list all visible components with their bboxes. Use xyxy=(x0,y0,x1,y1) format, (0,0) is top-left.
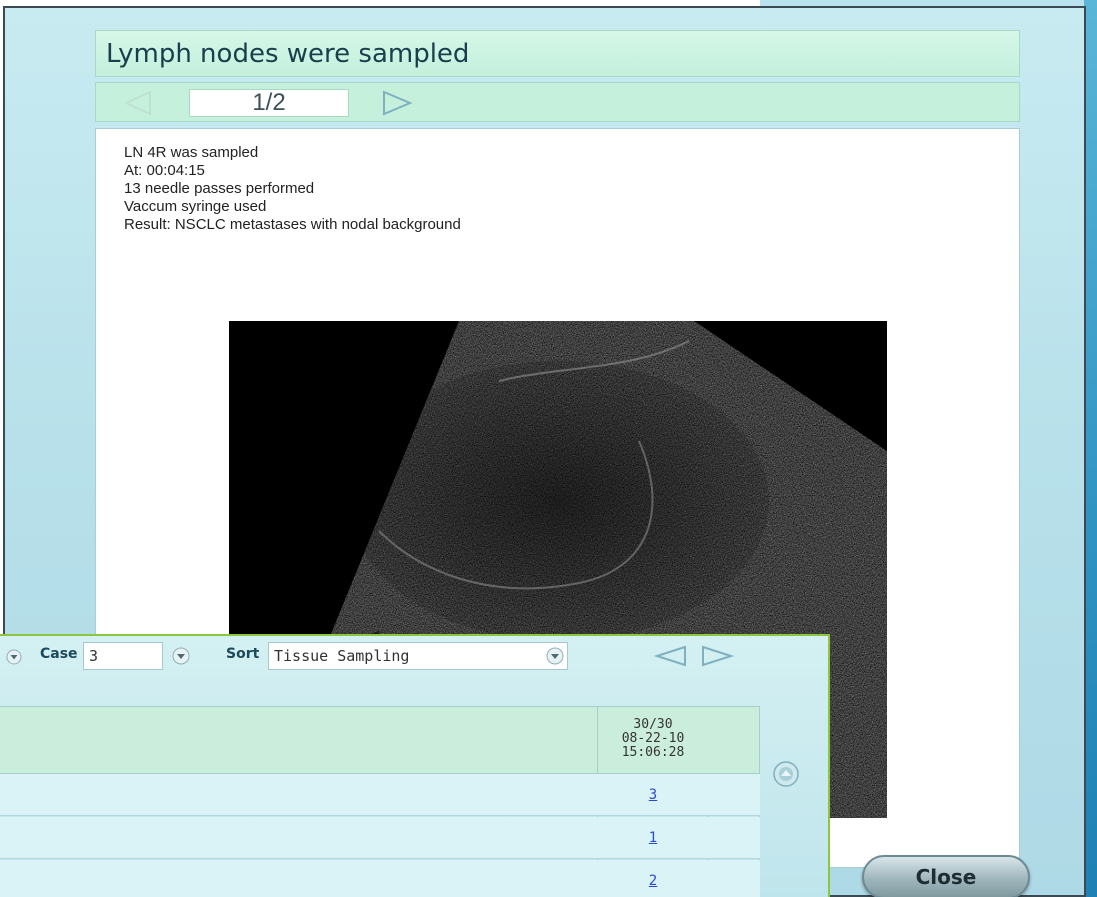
row-count-link[interactable]: 3 xyxy=(600,787,706,803)
header-line: 30/30 xyxy=(633,717,673,732)
case-label: Case xyxy=(40,646,78,662)
report-details: LN 4R was sampled At: 00:04:15 13 needle… xyxy=(124,144,461,234)
detail-line: LN 4R was sampled xyxy=(124,144,259,161)
triangle-right-icon xyxy=(702,645,735,667)
detail-line: 13 needle passes performed xyxy=(124,180,315,197)
page-indicator: 1/2 xyxy=(189,89,349,117)
scroll-up-icon[interactable] xyxy=(772,760,800,788)
list-navigation-arrows[interactable] xyxy=(645,644,755,668)
dropdown-circle-icon[interactable] xyxy=(6,649,22,665)
row-count-link[interactable]: 1 xyxy=(600,830,706,846)
triangle-left-icon[interactable] xyxy=(118,89,158,117)
sort-select[interactable]: Tissue Sampling xyxy=(268,642,568,670)
row-count-link[interactable]: 2 xyxy=(600,873,706,889)
dropdown-circle-icon[interactable] xyxy=(546,647,564,665)
case-select[interactable]: 3 xyxy=(83,642,163,670)
close-button[interactable]: Close xyxy=(862,855,1030,897)
triangle-left-icon xyxy=(653,645,686,667)
header-line: 15:06:28 xyxy=(621,745,685,760)
report-title: Lymph nodes were sampled xyxy=(106,38,470,69)
detail-line: At: 00:04:15 xyxy=(124,162,205,179)
column-header-session: 30/30 08-22-10 15:06:28 xyxy=(600,718,706,760)
detail-line: Vaccum syringe used xyxy=(124,198,267,215)
header-line: 08-22-10 xyxy=(621,731,685,746)
triangle-right-icon[interactable] xyxy=(378,89,418,117)
case-list-window: Case 3 Sort Tissue Sampling 30/30 08-22-… xyxy=(0,634,830,897)
sort-label: Sort xyxy=(226,646,260,662)
page-navigation-bar: 1/2 xyxy=(95,82,1020,122)
report-title-bar: Lymph nodes were sampled xyxy=(95,30,1020,77)
detail-line: Result: NSCLC metastases with nodal back… xyxy=(124,216,461,233)
dropdown-circle-icon[interactable] xyxy=(172,647,190,665)
